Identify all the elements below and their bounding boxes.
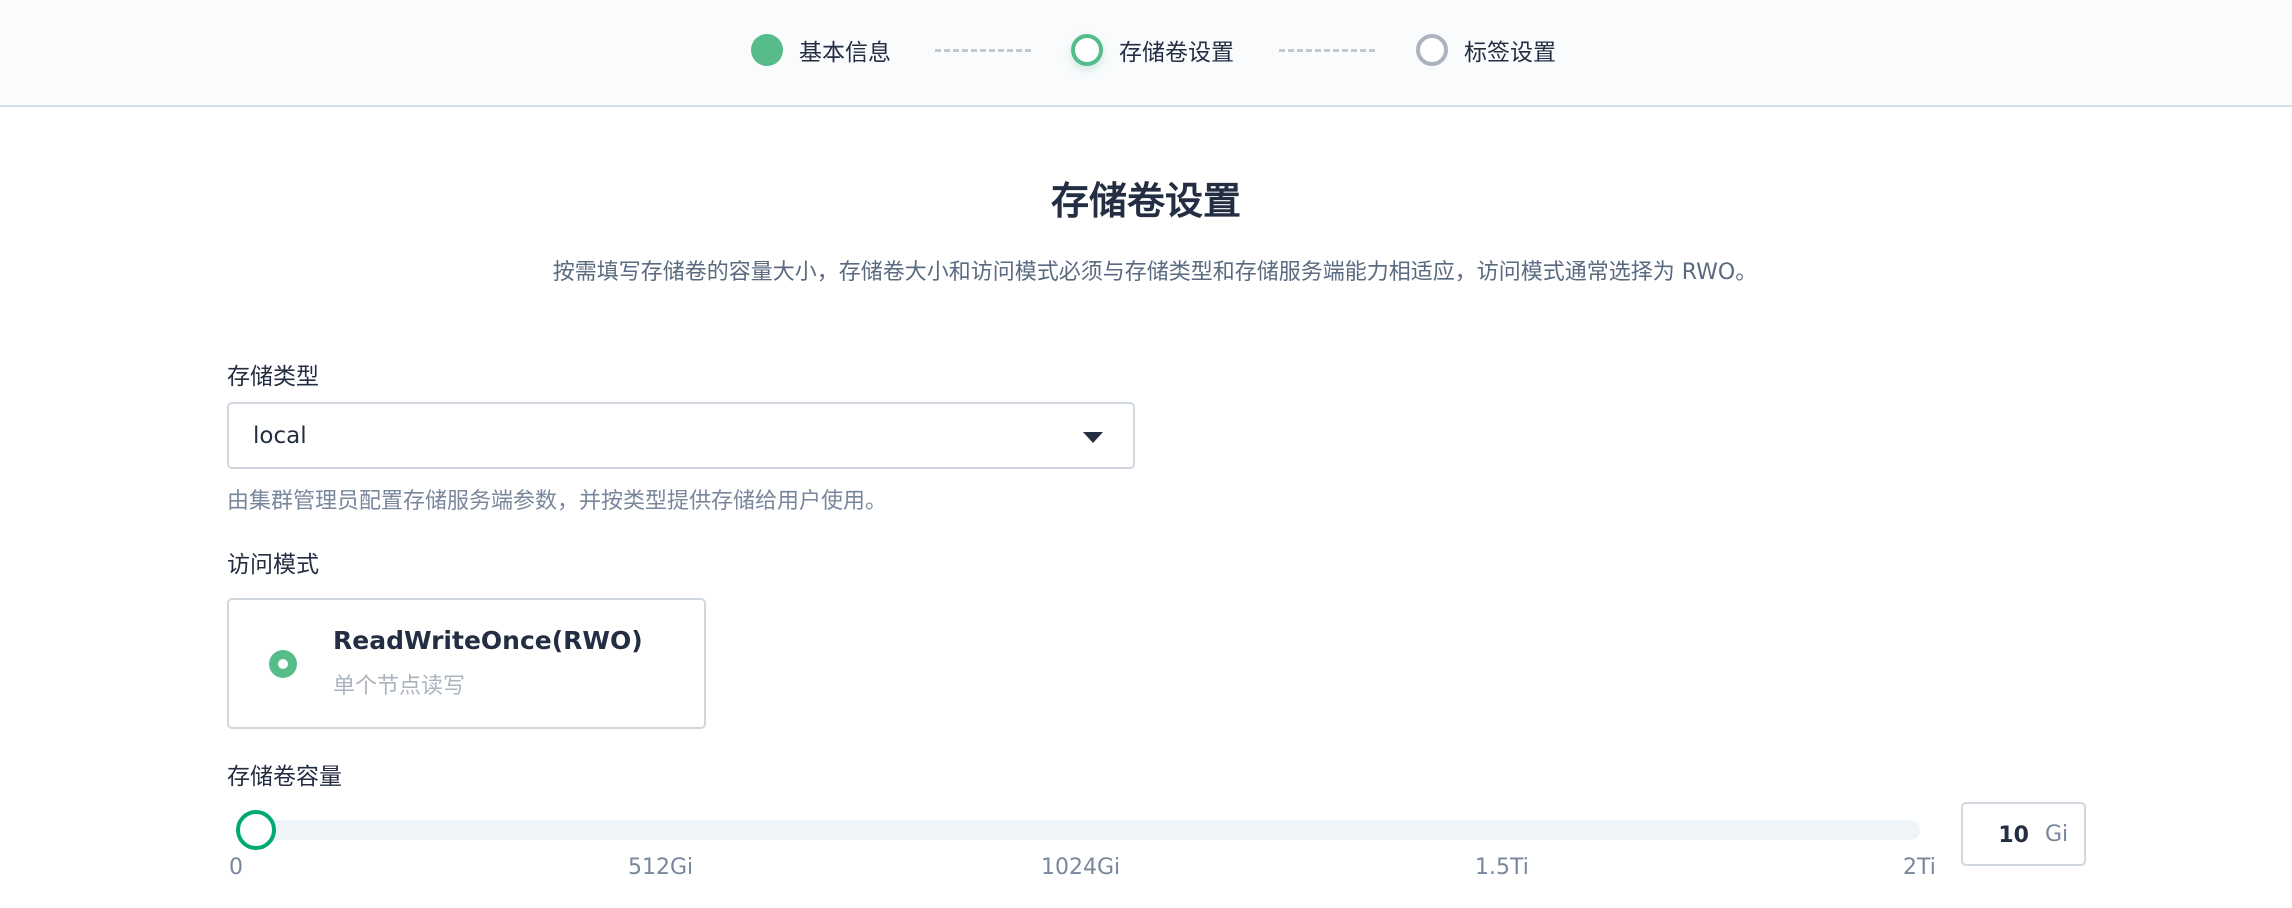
step-pending-icon <box>1416 34 1448 66</box>
step-label: 存储卷设置 <box>1119 40 1234 66</box>
slider-tick: 2Ti <box>1903 855 1936 880</box>
capacity-input-box: Gi <box>1961 802 2086 866</box>
step-label-settings[interactable]: 标签设置 <box>1416 30 1556 70</box>
slider-tick: 0 <box>229 855 243 880</box>
step-connector <box>935 49 1031 52</box>
access-mode-option-rwo[interactable]: ReadWriteOnce(RWO) 单个节点读写 <box>227 598 706 729</box>
step-label: 标签设置 <box>1464 40 1556 66</box>
slider-tick: 1024Gi <box>1041 855 1121 880</box>
caret-down-icon <box>1083 432 1103 443</box>
step-label: 基本信息 <box>799 40 891 66</box>
capacity-label: 存储卷容量 <box>227 764 342 790</box>
slider-tick: 512Gi <box>628 855 694 880</box>
access-mode-option-desc: 单个节点读写 <box>333 674 466 699</box>
stepper-bar: 基本信息 存储卷设置 标签设置 <box>0 0 2292 107</box>
slider-tick: 1.5Ti <box>1475 855 1529 880</box>
step-active-icon <box>1071 34 1103 66</box>
access-mode-label: 访问模式 <box>227 552 319 578</box>
page-description: 按需填写存储卷的容量大小，存储卷大小和访问模式必须与存储类型和存储服务端能力相适… <box>552 260 1758 285</box>
capacity-slider-track[interactable] <box>238 820 1920 840</box>
radio-selected-icon[interactable] <box>269 650 297 678</box>
step-volume-settings[interactable]: 存储卷设置 <box>1071 30 1234 70</box>
storage-class-hint: 由集群管理员配置存储服务端参数，并按类型提供存储给用户使用。 <box>227 489 888 514</box>
capacity-slider-handle[interactable] <box>236 810 277 850</box>
storage-class-select[interactable]: local <box>227 402 1135 469</box>
step-connector <box>1279 49 1375 52</box>
capacity-unit: Gi <box>2045 822 2069 847</box>
storage-class-value: local <box>253 422 307 449</box>
storage-class-label: 存储类型 <box>227 364 319 390</box>
access-mode-option-title: ReadWriteOnce(RWO) <box>333 626 643 655</box>
page-title: 存储卷设置 <box>1050 179 1241 223</box>
capacity-input[interactable] <box>1979 816 2029 854</box>
step-done-icon <box>751 34 783 66</box>
step-basic-info[interactable]: 基本信息 <box>751 30 891 70</box>
